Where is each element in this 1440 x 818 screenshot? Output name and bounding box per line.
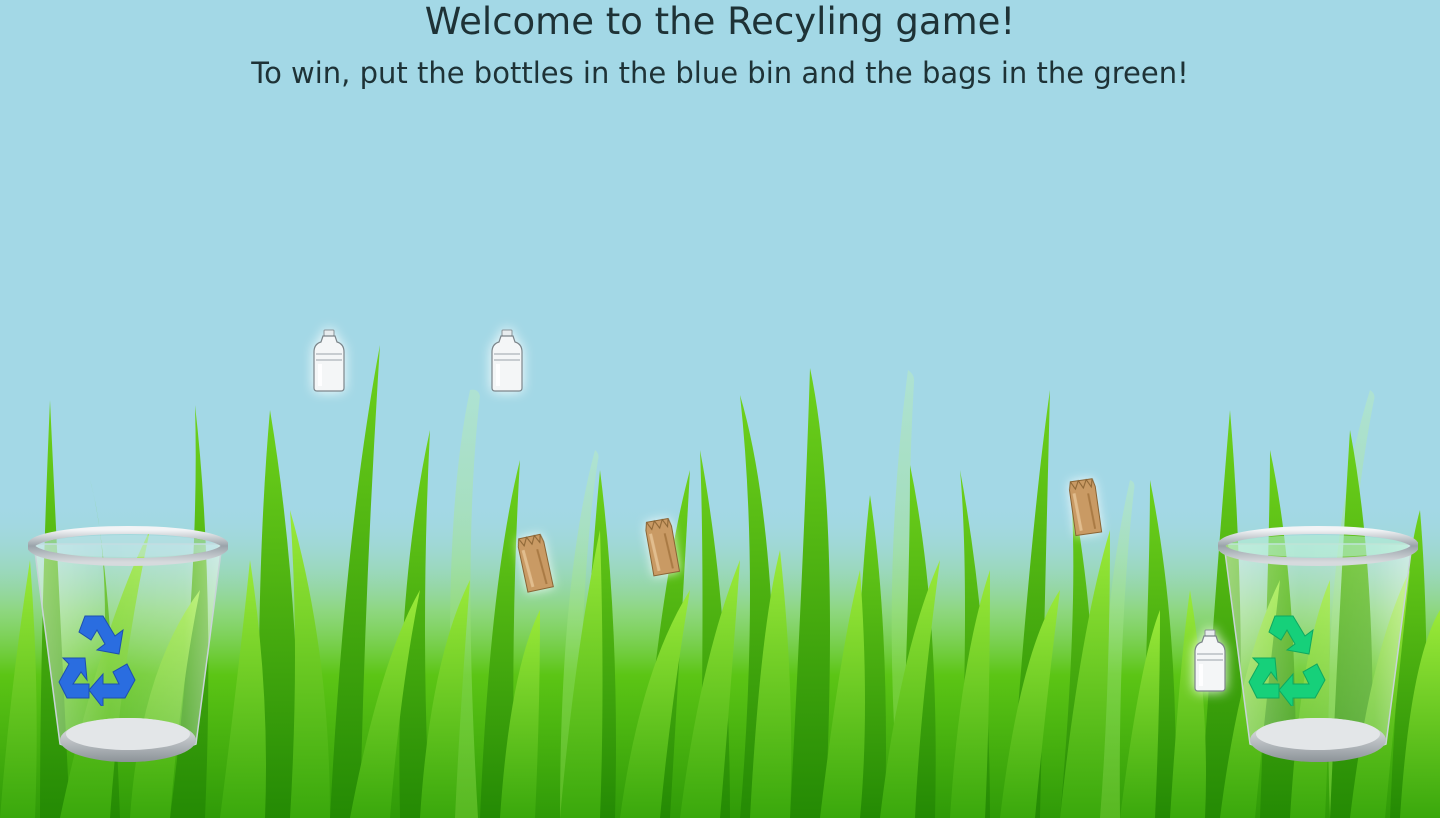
instructions-text: To win, put the bottles in the blue bin … <box>251 56 1189 90</box>
game-stage: Welcome to the Recyling game! To win, pu… <box>0 0 1440 818</box>
recycle-icon <box>1248 615 1326 706</box>
bottle-icon[interactable] <box>311 328 347 392</box>
recycle-icon <box>58 615 136 706</box>
bottle-icon[interactable] <box>489 328 525 392</box>
bottle-icon[interactable] <box>1192 628 1228 692</box>
page-title: Welcome to the Recyling game! <box>424 0 1016 43</box>
